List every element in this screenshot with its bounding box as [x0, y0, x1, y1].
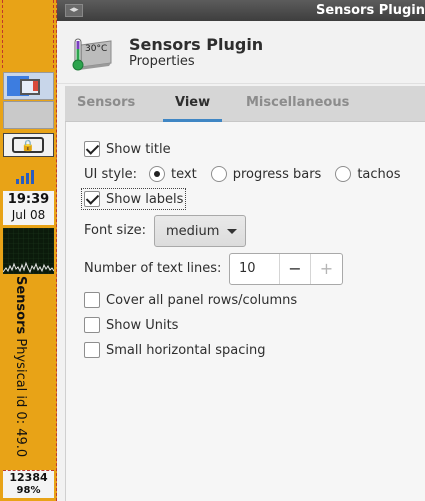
- clock-date: Jul 08: [11, 208, 46, 222]
- ui-style-progress-option[interactable]: progress bars: [210, 166, 322, 182]
- small-spacing-row[interactable]: Small horizontal spacing: [84, 342, 265, 358]
- panel-clock[interactable]: 19:39 Jul 08: [3, 191, 54, 225]
- font-size-label: Font size:: [84, 223, 147, 238]
- tab-miscellaneous[interactable]: Miscellaneous: [234, 86, 361, 122]
- ui-style-progress-label: progress bars: [232, 166, 322, 182]
- font-size-value: medium: [166, 223, 220, 239]
- workspace-window-thumb: [33, 81, 38, 91]
- network-signal-icon[interactable]: [16, 168, 36, 184]
- ui-style-text-label: text: [171, 166, 197, 182]
- cpu-graph[interactable]: [3, 228, 54, 274]
- show-labels-row[interactable]: Show labels: [80, 188, 187, 210]
- dialog-header: 30°C Sensors Plugin Properties: [57, 21, 425, 84]
- show-title-row[interactable]: Show title: [84, 141, 171, 157]
- increment-button[interactable]: +: [311, 254, 342, 284]
- text-lines-value[interactable]: 10: [230, 254, 280, 284]
- sensors-readout-value: Physical id 0: 49.0: [13, 338, 28, 458]
- window-menu-button[interactable]: ◂▸: [65, 4, 83, 17]
- text-lines-label: Number of text lines:: [84, 261, 222, 276]
- tab-view[interactable]: View: [163, 86, 223, 122]
- dialog-title: Sensors Plugin: [129, 35, 264, 54]
- lock-icon: 🔒: [12, 137, 44, 153]
- window-title: Sensors Plugin: [315, 3, 425, 18]
- show-title-label: Show title: [106, 141, 171, 157]
- lock-screen-button[interactable]: 🔒: [3, 133, 54, 157]
- memory-percent: 98%: [16, 485, 41, 496]
- ui-style-row: UI style: text progress bars tachos: [84, 166, 415, 182]
- show-title-checkbox[interactable]: [84, 141, 100, 157]
- show-labels-checkbox[interactable]: [84, 191, 100, 207]
- dialog-subtitle: Properties: [129, 54, 195, 69]
- cover-rows-row[interactable]: Cover all panel rows/columns: [84, 292, 297, 308]
- svg-text:30°C: 30°C: [85, 44, 107, 54]
- ui-style-tachos-label: tachos: [357, 166, 401, 182]
- font-size-dropdown[interactable]: medium: [154, 215, 246, 247]
- window-titlebar[interactable]: ◂▸ Sensors Plugin: [57, 0, 425, 21]
- ui-style-text-radio[interactable]: [149, 166, 166, 182]
- show-labels-label: Show labels: [106, 191, 184, 207]
- ui-style-tachos-option[interactable]: tachos: [335, 166, 401, 182]
- small-spacing-checkbox[interactable]: [84, 342, 100, 358]
- chevron-down-icon: [227, 228, 238, 234]
- show-units-checkbox[interactable]: [84, 317, 100, 333]
- show-units-row[interactable]: Show Units: [84, 317, 178, 333]
- sensors-readout-title: Sensors: [13, 276, 28, 335]
- view-tab-panel: Show title UI style: text progress bars …: [65, 122, 425, 501]
- ui-style-label: UI style:: [84, 166, 138, 182]
- ui-style-tachos-radio[interactable]: [335, 166, 352, 182]
- small-spacing-label: Small horizontal spacing: [106, 342, 266, 358]
- xfce-panel: 🔒 19:39 Jul 08 Sensors Physical id 0: 49…: [0, 0, 57, 501]
- memory-monitor[interactable]: 12384 98%: [3, 470, 54, 498]
- thermometer-icon: 30°C: [72, 38, 112, 71]
- ui-style-text-option[interactable]: text: [149, 166, 197, 182]
- tab-sensors[interactable]: Sensors: [65, 86, 147, 122]
- cpu-graph-plot: [3, 228, 54, 274]
- text-lines-spinbutton[interactable]: 10 − +: [229, 253, 343, 285]
- workspace-2-button[interactable]: [3, 101, 54, 129]
- ui-style-progress-radio[interactable]: [210, 166, 227, 182]
- cover-rows-label: Cover all panel rows/columns: [106, 292, 298, 308]
- tab-bar: Sensors View Miscellaneous: [65, 86, 425, 122]
- memory-value: 12384: [9, 471, 48, 484]
- properties-dialog: ◂▸ Sensors Plugin 30°C Sensors Plugin Pr…: [57, 0, 425, 501]
- decrement-button[interactable]: −: [280, 254, 311, 284]
- workspace-1-button[interactable]: [3, 72, 54, 100]
- show-labels-focus[interactable]: Show labels: [80, 188, 187, 210]
- clock-time: 19:39: [7, 192, 50, 207]
- show-units-label: Show Units: [106, 317, 179, 333]
- cover-rows-checkbox[interactable]: [84, 292, 100, 308]
- panel-launcher-area[interactable]: [2, 0, 54, 68]
